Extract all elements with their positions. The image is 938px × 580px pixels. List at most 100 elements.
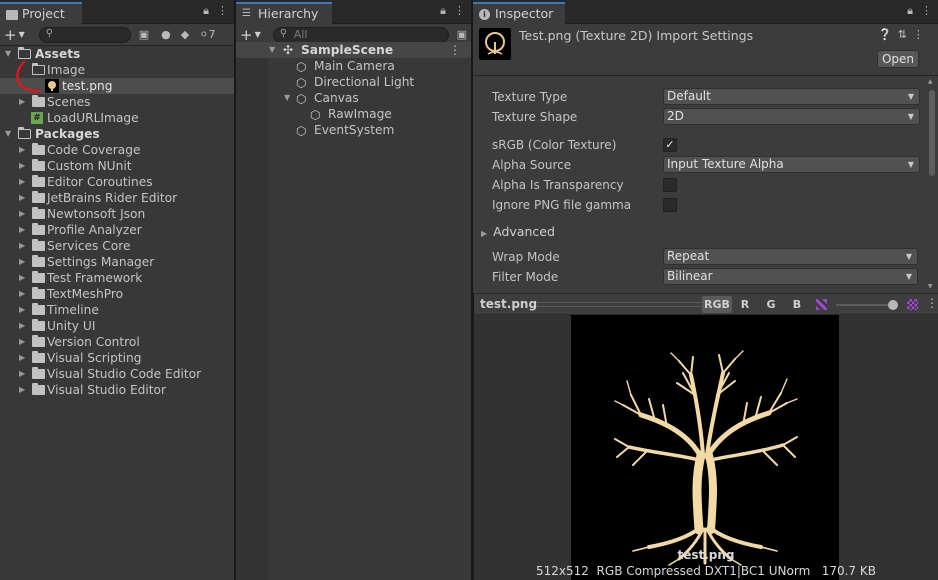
- wrap-mode-value: Repeat: [667, 249, 710, 263]
- hidden-packages-button[interactable]: ⚪7: [199, 28, 215, 41]
- scrollbar-thumb[interactable]: [929, 90, 935, 176]
- tag-icon[interactable]: ◆: [181, 28, 189, 41]
- tree-item-package[interactable]: ▶ JetBrains Rider Editor: [0, 190, 234, 206]
- tree-item-package[interactable]: ▶ Newtonsoft Json: [0, 206, 234, 222]
- tree-item-package[interactable]: ▶ Visual Studio Code Editor: [0, 366, 234, 382]
- alpha-is-transparency-checkbox[interactable]: [663, 178, 677, 192]
- scrollbar-up-arrow-icon[interactable]: ▲: [928, 78, 933, 85]
- search-by-label-icon[interactable]: ●: [161, 28, 171, 41]
- create-button[interactable]: + ▼: [240, 26, 261, 44]
- tree-item-package[interactable]: ▶ Visual Scripting: [0, 350, 234, 366]
- tree-item-packages[interactable]: ▼ Packages: [0, 126, 234, 142]
- preset-icon[interactable]: ⇅: [898, 28, 907, 41]
- tree-item-package[interactable]: ▶ Profile Analyzer: [0, 222, 234, 238]
- tree-item-package[interactable]: ▶ Visual Studio Editor: [0, 382, 234, 398]
- scrollbar-down-arrow-icon[interactable]: ▼: [928, 283, 933, 290]
- hierarchy-item[interactable]: ⬡ Main Camera: [236, 58, 471, 74]
- tree-item-package[interactable]: ▶ Custom NUnit: [0, 158, 234, 174]
- alpha-channel-icon[interactable]: [816, 299, 827, 310]
- kebab-menu-icon[interactable]: ⋮: [217, 4, 228, 18]
- tree-item-package[interactable]: ▶ Settings Manager: [0, 254, 234, 270]
- tree-item-package[interactable]: ▶ TextMeshPro: [0, 286, 234, 302]
- expand-arrow-icon[interactable]: ▶: [19, 206, 29, 222]
- expand-arrow-icon[interactable]: ▼: [284, 90, 294, 106]
- tree-item-label: test.png: [62, 79, 113, 93]
- channel-r-button[interactable]: R: [736, 296, 754, 313]
- expand-arrow-icon[interactable]: ▶: [19, 158, 29, 174]
- help-icon[interactable]: ❔: [878, 28, 892, 41]
- checker-background-icon[interactable]: [907, 299, 918, 310]
- texture-type-dropdown[interactable]: Default ▼: [663, 88, 920, 105]
- advanced-label: Advanced: [493, 224, 555, 239]
- wrap-mode-dropdown[interactable]: Repeat ▼: [663, 248, 918, 265]
- kebab-menu-icon[interactable]: ⋮: [449, 42, 461, 58]
- hierarchy-item-scene[interactable]: ▼ ✣ SampleScene ⋮: [236, 42, 471, 58]
- channel-b-button[interactable]: B: [788, 296, 806, 313]
- expand-arrow-icon[interactable]: ▶: [19, 142, 29, 158]
- filter-mode-dropdown[interactable]: Bilinear ▼: [663, 268, 918, 285]
- tree-item-scenes[interactable]: ▶ Scenes: [0, 94, 234, 110]
- search-by-type-icon[interactable]: ▣: [139, 28, 149, 41]
- tree-item-package[interactable]: ▶ Services Core: [0, 238, 234, 254]
- srgb-checkbox[interactable]: ✓: [663, 138, 677, 152]
- lock-icon[interactable]: 🔒︎: [203, 4, 209, 18]
- preview-drag-handle[interactable]: [536, 302, 706, 307]
- expand-arrow-icon[interactable]: ▶: [19, 350, 29, 366]
- ignore-png-gamma-checkbox[interactable]: [663, 198, 677, 212]
- tree-item-package[interactable]: ▶ Test Framework: [0, 270, 234, 286]
- slider-handle[interactable]: [888, 300, 898, 310]
- tree-item-loadurlimage[interactable]: # LoadURLImage: [0, 110, 234, 126]
- tree-item-package[interactable]: ▶ Timeline: [0, 302, 234, 318]
- lock-icon[interactable]: 🔒︎: [907, 4, 913, 18]
- expand-arrow-icon[interactable]: ▶: [19, 382, 29, 398]
- kebab-menu-icon[interactable]: ⋮: [926, 296, 938, 310]
- expand-arrow-icon[interactable]: ▶: [19, 190, 29, 206]
- kebab-menu-icon[interactable]: ⋮: [913, 28, 924, 41]
- tree-item-label: LoadURLImage: [47, 111, 139, 125]
- advanced-foldout[interactable]: ▶ Advanced: [481, 224, 555, 239]
- expand-arrow-icon[interactable]: ▶: [19, 318, 29, 334]
- tab-project[interactable]: Project: [0, 2, 82, 24]
- tree-item-package[interactable]: ▶ Code Coverage: [0, 142, 234, 158]
- expand-arrow-icon[interactable]: ▶: [19, 334, 29, 350]
- mip-level-slider[interactable]: [836, 300, 898, 310]
- expand-arrow-icon[interactable]: ▶: [19, 222, 29, 238]
- expand-arrow-icon[interactable]: ▶: [19, 302, 29, 318]
- hierarchy-item[interactable]: ▼ ⬡ Canvas: [236, 90, 471, 106]
- expand-arrow-icon[interactable]: ▶: [19, 94, 29, 110]
- expand-arrow-icon[interactable]: ▶: [19, 174, 29, 190]
- open-button[interactable]: Open: [877, 50, 919, 68]
- hierarchy-item[interactable]: ⬡ EventSystem: [236, 122, 471, 138]
- hierarchy-item[interactable]: ⬡ Directional Light: [236, 74, 471, 90]
- tab-inspector[interactable]: i Inspector: [473, 2, 565, 24]
- expand-arrow-icon[interactable]: ▼: [269, 42, 279, 58]
- search-options-icon[interactable]: ▣: [457, 28, 467, 41]
- tree-item-package[interactable]: ▶ Unity UI: [0, 318, 234, 334]
- lock-icon[interactable]: 🔒︎: [440, 4, 446, 18]
- expand-arrow-icon[interactable]: ▶: [19, 238, 29, 254]
- plus-icon: +: [240, 25, 253, 44]
- expand-arrow-icon[interactable]: ▼: [5, 126, 15, 142]
- hierarchy-item[interactable]: ⬡ RawImage: [236, 106, 471, 122]
- inspector-scrollbar[interactable]: ▲ ▼: [928, 78, 936, 290]
- expand-arrow-icon[interactable]: ▶: [19, 366, 29, 382]
- alpha-source-dropdown[interactable]: Input Texture Alpha ▼: [663, 156, 920, 173]
- project-toolbar: + ▼ ⚲ ▣ ● ◆ ⚪7: [0, 24, 234, 46]
- channel-rgb-button[interactable]: RGB: [702, 296, 732, 313]
- kebab-menu-icon[interactable]: ⋮: [921, 4, 932, 18]
- kebab-menu-icon[interactable]: ⋮: [454, 4, 465, 18]
- expand-arrow-icon[interactable]: ▶: [19, 254, 29, 270]
- channel-g-button[interactable]: G: [762, 296, 780, 313]
- foldout-arrow-icon: ▶: [481, 229, 488, 238]
- filter-mode-label: Filter Mode: [492, 270, 559, 284]
- hierarchy-search-input[interactable]: ⚲ All: [272, 26, 449, 43]
- dropdown-caret-icon: ▼: [907, 160, 914, 169]
- texture-shape-dropdown[interactable]: 2D ▼: [663, 108, 920, 125]
- expand-arrow-icon[interactable]: ▶: [19, 270, 29, 286]
- tree-item-package[interactable]: ▶ Version Control: [0, 334, 234, 350]
- tree-item-package[interactable]: ▶ Editor Coroutines: [0, 174, 234, 190]
- project-search-input[interactable]: ⚲: [38, 26, 131, 43]
- expand-arrow-icon[interactable]: ▶: [19, 286, 29, 302]
- tab-hierarchy[interactable]: ☰ Hierarchy: [236, 2, 332, 24]
- create-button[interactable]: + ▼: [4, 26, 25, 44]
